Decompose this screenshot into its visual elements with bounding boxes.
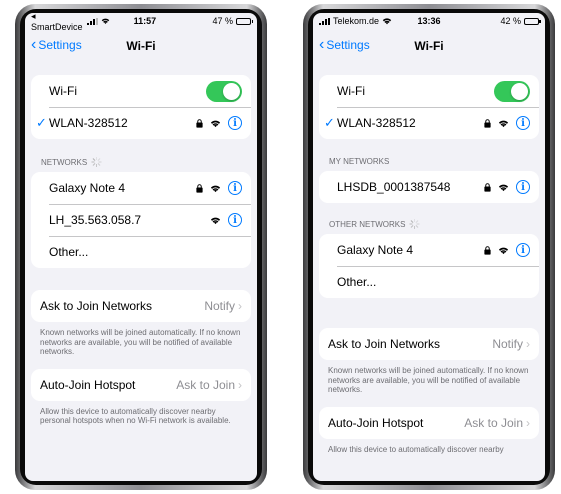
carrier-label: Telekom.de bbox=[333, 16, 380, 26]
ask-to-join-footnote: Known networks will be joined automatica… bbox=[328, 366, 529, 394]
connected-network-row[interactable]: ✓ WLAN-328512 i bbox=[319, 107, 539, 139]
networks-section-header: NETWORKS bbox=[25, 157, 257, 167]
signal-icon bbox=[319, 17, 330, 25]
wifi-settings-screen-left: ◂ SmartDevice 11:57 47 % ‹ Settings Wi-Fi… bbox=[25, 13, 257, 481]
lock-icon bbox=[196, 183, 203, 193]
network-row[interactable]: LHSDB_0001387548 i bbox=[319, 171, 539, 203]
status-bar: Telekom.de 13:36 42 % bbox=[313, 13, 545, 29]
auto-join-group: Auto-Join Hotspot Ask to Join › bbox=[31, 368, 251, 401]
battery-percent: 42 % bbox=[500, 16, 521, 26]
chevron-right-icon: › bbox=[238, 299, 242, 313]
wifi-icon bbox=[498, 184, 509, 191]
wifi-toggle-row: Wi-Fi bbox=[319, 75, 539, 107]
lock-icon bbox=[196, 118, 203, 128]
info-icon[interactable]: i bbox=[228, 181, 242, 195]
info-icon[interactable]: i bbox=[228, 116, 242, 130]
back-button[interactable]: ‹ Settings bbox=[319, 36, 370, 53]
phone-right: Telekom.de 13:36 42 % ‹ Settings Wi-Fi Wi… bbox=[303, 4, 555, 490]
auto-join-footnote: Allow this device to automatically disco… bbox=[40, 406, 231, 426]
auto-join-footnote: Allow this device to automatically disco… bbox=[328, 444, 504, 454]
chevron-left-icon: ‹ bbox=[319, 36, 325, 53]
battery-percent: 47 % bbox=[212, 16, 233, 26]
other-networks-group: Galaxy Note 4 i Other... bbox=[319, 234, 539, 298]
network-row[interactable]: Galaxy Note 4 i bbox=[319, 234, 539, 266]
battery-icon bbox=[236, 17, 253, 25]
checkmark-icon: ✓ bbox=[36, 115, 47, 130]
chevron-right-icon: › bbox=[526, 415, 530, 430]
ask-to-join-row[interactable]: Ask to Join Networks Notify › bbox=[319, 328, 539, 360]
wifi-group: Wi-Fi ✓ WLAN-328512 i bbox=[31, 75, 251, 139]
chevron-right-icon: › bbox=[526, 337, 530, 351]
loading-spinner-icon bbox=[91, 157, 102, 167]
status-bar: ◂ SmartDevice 11:57 47 % bbox=[25, 13, 257, 32]
clock: 13:36 bbox=[417, 16, 441, 26]
checkmark-icon: ✓ bbox=[324, 115, 335, 130]
ask-to-join-group: Ask to Join Networks Notify › bbox=[31, 290, 251, 322]
my-networks-section-header: MY NETWORKS bbox=[329, 157, 390, 166]
wifi-status-icon bbox=[382, 18, 392, 25]
lock-icon bbox=[484, 182, 491, 192]
network-row[interactable]: LH_35.563.058.7 i bbox=[31, 204, 251, 236]
wifi-group: Wi-Fi ✓ WLAN-328512 i bbox=[319, 75, 539, 139]
wifi-toggle-row: Wi-Fi bbox=[31, 75, 251, 107]
wifi-icon bbox=[210, 217, 221, 224]
ask-to-join-footnote: Known networks will be joined automatica… bbox=[40, 328, 241, 356]
page-title: Wi-Fi bbox=[414, 39, 444, 53]
ask-to-join-row[interactable]: Ask to Join Networks Notify › bbox=[31, 290, 251, 322]
wifi-icon bbox=[210, 120, 221, 127]
lock-icon bbox=[484, 118, 491, 128]
wifi-icon bbox=[210, 185, 221, 192]
my-networks-group: LHSDB_0001387548 i bbox=[319, 171, 539, 203]
info-icon[interactable]: i bbox=[228, 213, 242, 227]
info-icon[interactable]: i bbox=[516, 180, 530, 194]
connected-network-row[interactable]: ✓ WLAN-328512 i bbox=[31, 107, 251, 139]
auto-join-row[interactable]: Auto-Join Hotspot Ask to Join › bbox=[319, 407, 539, 439]
other-networks-section-header: OTHER NETWORKS bbox=[313, 219, 545, 229]
wifi-icon bbox=[498, 247, 509, 254]
phone-left: ◂ SmartDevice 11:57 47 % ‹ Settings Wi-Fi… bbox=[15, 4, 267, 490]
clock: 11:57 bbox=[133, 16, 157, 26]
navigation-bar: ‹ Settings Wi-Fi bbox=[313, 29, 545, 63]
chevron-right-icon: › bbox=[238, 377, 242, 392]
battery-icon bbox=[523, 17, 541, 25]
navigation-bar: ‹ Settings Wi-Fi bbox=[25, 29, 257, 63]
wifi-settings-screen-right: Telekom.de 13:36 42 % ‹ Settings Wi-Fi Wi… bbox=[313, 13, 545, 481]
loading-spinner-icon bbox=[409, 219, 420, 229]
info-icon[interactable]: i bbox=[516, 243, 530, 257]
wifi-status-icon bbox=[101, 18, 109, 24]
info-icon[interactable]: i bbox=[516, 116, 530, 130]
other-network-row[interactable]: Other... bbox=[31, 236, 251, 268]
other-network-row[interactable]: Other... bbox=[319, 266, 539, 298]
wifi-icon bbox=[498, 120, 509, 127]
chevron-left-icon: ‹ bbox=[31, 36, 37, 53]
ask-to-join-group: Ask to Join Networks Notify › bbox=[319, 328, 539, 360]
networks-group: Galaxy Note 4 i LH_35.563.058.7 i Other.… bbox=[31, 172, 251, 268]
signal-icon bbox=[86, 17, 98, 25]
auto-join-group: Auto-Join Hotspot Ask to Join › bbox=[319, 406, 539, 439]
lock-icon bbox=[484, 245, 491, 255]
network-row[interactable]: Galaxy Note 4 i bbox=[31, 172, 251, 204]
auto-join-row[interactable]: Auto-Join Hotspot Ask to Join › bbox=[31, 369, 251, 401]
page-title: Wi-Fi bbox=[126, 39, 156, 53]
wifi-toggle[interactable] bbox=[494, 80, 530, 102]
wifi-toggle[interactable] bbox=[206, 80, 242, 102]
back-button[interactable]: ‹ Settings bbox=[31, 36, 82, 53]
